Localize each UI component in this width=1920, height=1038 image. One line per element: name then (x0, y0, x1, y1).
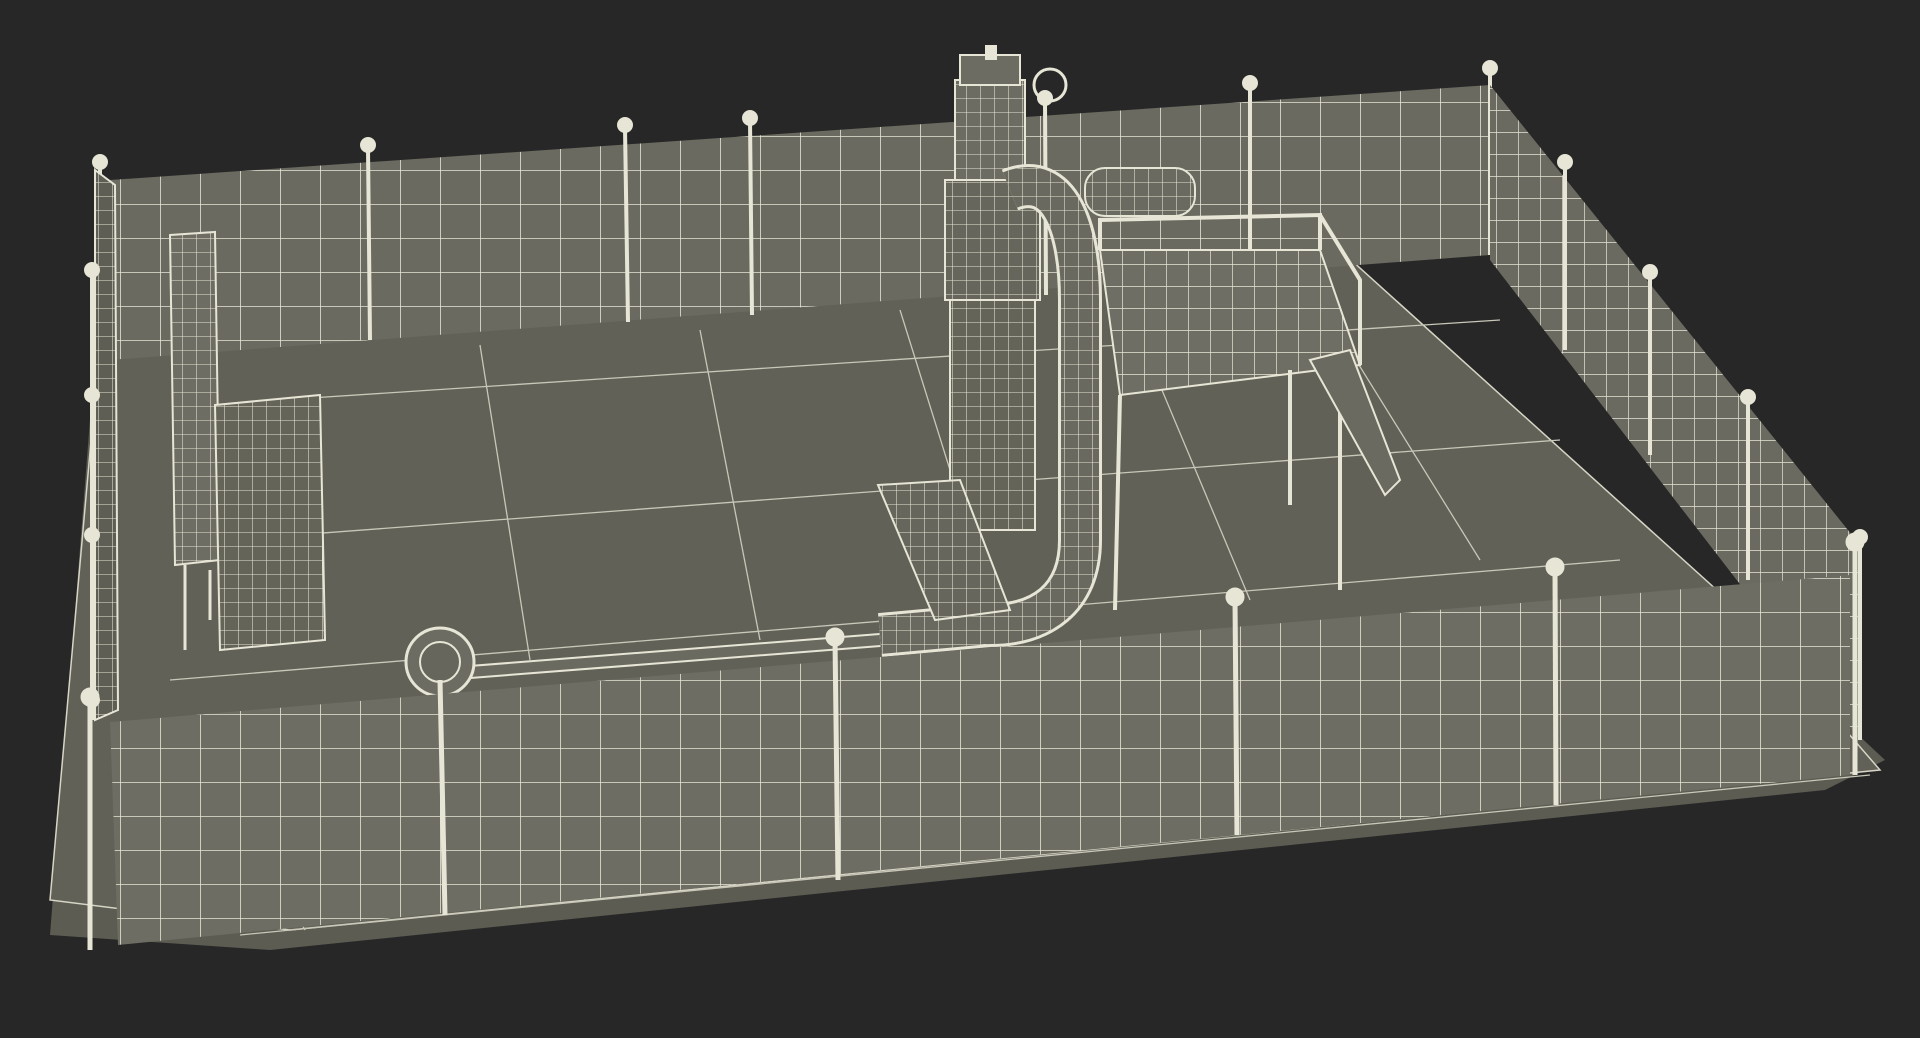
facility-render (49, 45, 1885, 950)
left-fence (84, 168, 120, 722)
horizontal-vessel (1084, 167, 1196, 217)
render-viewport (0, 0, 1920, 1038)
